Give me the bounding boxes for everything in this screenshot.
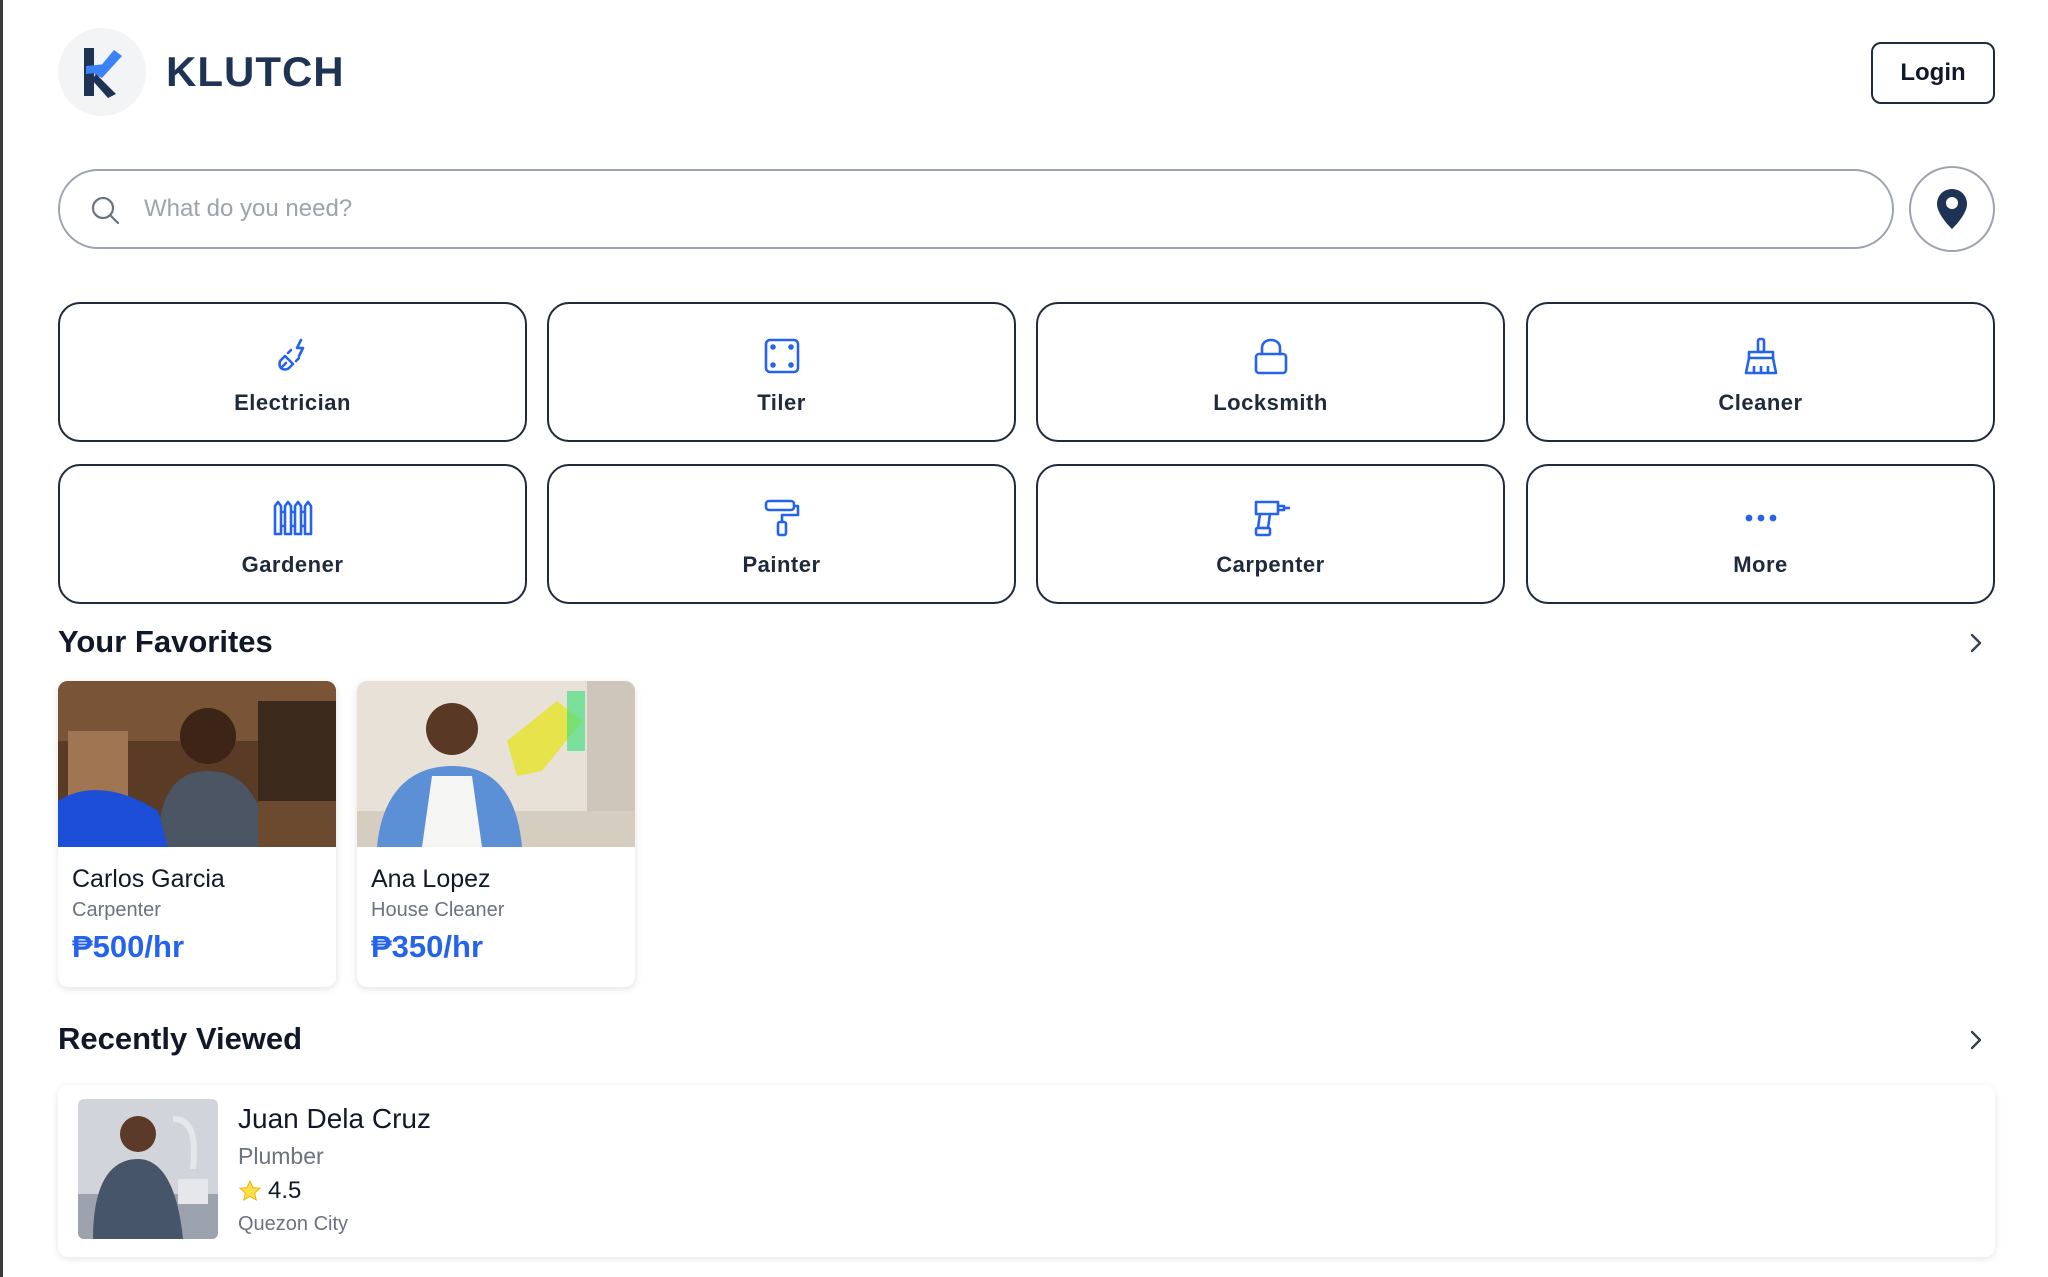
brand-name: KLUTCH bbox=[166, 48, 345, 95]
rating-value: 4.5 bbox=[268, 1177, 302, 1204]
tile-icon bbox=[760, 334, 804, 378]
provider-photo bbox=[58, 681, 336, 847]
category-locksmith[interactable]: Locksmith bbox=[1036, 302, 1505, 442]
category-label: Carpenter bbox=[1216, 552, 1325, 577]
provider-photo bbox=[78, 1099, 218, 1239]
provider-role: Plumber bbox=[238, 1143, 324, 1169]
category-carpenter[interactable]: Carpenter bbox=[1036, 464, 1505, 604]
provider-name: Ana Lopez bbox=[371, 865, 491, 893]
search-icon bbox=[91, 196, 120, 225]
fence-icon bbox=[271, 496, 315, 540]
klutch-logo-icon bbox=[84, 48, 122, 98]
category-more[interactable]: More bbox=[1526, 464, 1995, 604]
star-icon bbox=[238, 1179, 262, 1202]
category-painter[interactable]: Painter bbox=[547, 464, 1016, 604]
category-label: Cleaner bbox=[1718, 390, 1803, 415]
plug-icon bbox=[271, 334, 315, 378]
provider-rate: ₱350/hr bbox=[371, 929, 484, 964]
chevron-right-icon[interactable] bbox=[1965, 1029, 1987, 1051]
search-input[interactable] bbox=[144, 185, 1844, 233]
category-label: Gardener bbox=[241, 552, 344, 577]
recently-viewed-title: Recently Viewed bbox=[58, 1021, 303, 1056]
category-label: Locksmith bbox=[1213, 390, 1328, 415]
provider-role: Carpenter bbox=[72, 899, 161, 921]
rating: 4.5 bbox=[238, 1177, 301, 1205]
lock-icon bbox=[1249, 334, 1293, 378]
login-button[interactable]: Login bbox=[1871, 42, 1995, 104]
favorite-card[interactable]: Carlos Garcia Carpenter ₱500/hr bbox=[58, 681, 336, 987]
category-label: More bbox=[1733, 552, 1788, 577]
location-button[interactable] bbox=[1909, 166, 1995, 252]
provider-rate: ₱500/hr bbox=[72, 929, 185, 964]
window-edge bbox=[0, 0, 3, 1277]
category-label: Tiler bbox=[757, 390, 806, 415]
brand-logo[interactable] bbox=[58, 28, 146, 116]
category-grid: Electrician Tiler Locksmith Cleaner Gard… bbox=[58, 302, 1995, 604]
category-gardener[interactable]: Gardener bbox=[58, 464, 527, 604]
category-tiler[interactable]: Tiler bbox=[547, 302, 1016, 442]
search-bar[interactable] bbox=[58, 169, 1894, 249]
provider-role: House Cleaner bbox=[371, 899, 505, 921]
location-pin-icon bbox=[1937, 189, 1967, 229]
app-header: KLUTCH Login bbox=[58, 28, 1995, 120]
provider-name: Juan Dela Cruz bbox=[238, 1103, 431, 1134]
provider-photo bbox=[357, 681, 635, 847]
category-electrician[interactable]: Electrician bbox=[58, 302, 527, 442]
category-cleaner[interactable]: Cleaner bbox=[1526, 302, 1995, 442]
chevron-right-icon[interactable] bbox=[1965, 632, 1987, 654]
favorite-card[interactable]: Ana Lopez House Cleaner ₱350/hr bbox=[357, 681, 635, 987]
favorites-title: Your Favorites bbox=[58, 624, 273, 659]
home-page: KLUTCH Login Electrician bbox=[58, 0, 1995, 1277]
drill-icon bbox=[1249, 496, 1293, 540]
provider-name: Carlos Garcia bbox=[72, 865, 225, 893]
broom-icon bbox=[1739, 334, 1783, 378]
recent-provider-card[interactable]: Juan Dela Cruz Plumber 4.5 Quezon City bbox=[58, 1085, 1995, 1257]
category-label: Electrician bbox=[234, 390, 351, 415]
more-dots-icon bbox=[1739, 496, 1783, 540]
category-label: Painter bbox=[742, 552, 821, 577]
provider-location: Quezon City bbox=[238, 1213, 349, 1235]
paint-roller-icon bbox=[760, 496, 804, 540]
